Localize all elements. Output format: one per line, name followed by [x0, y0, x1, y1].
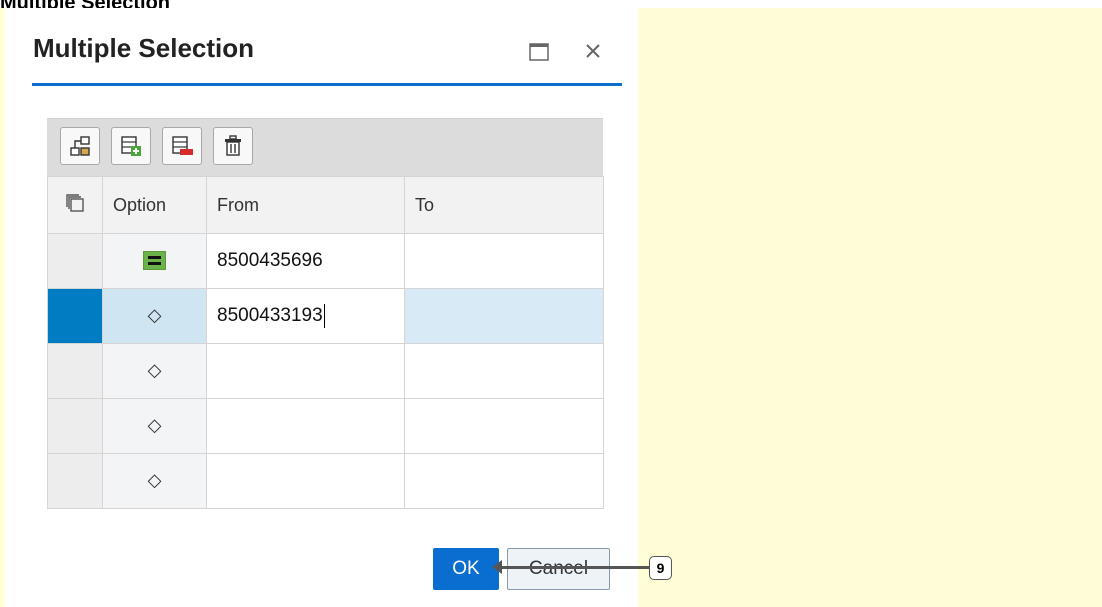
table-toolbar — [47, 118, 603, 177]
from-field[interactable] — [206, 398, 405, 454]
table-row: ◇ 8500433193 — [47, 288, 604, 344]
callout-line — [497, 566, 649, 569]
to-field[interactable] — [404, 398, 604, 454]
delete-row-icon — [172, 136, 193, 155]
close-icon[interactable] — [583, 41, 603, 61]
table-row: 8500435696 — [47, 233, 604, 289]
maximize-icon[interactable] — [529, 43, 549, 61]
from-field-value: 8500433193 — [217, 305, 323, 327]
diamond-icon[interactable]: ◇ — [148, 415, 162, 436]
multiple-selection-dialog: Multiple Selection Option From To 850043… — [5, 8, 633, 607]
row-selector[interactable] — [47, 233, 103, 289]
to-field[interactable] — [404, 343, 604, 399]
option-cell[interactable]: ◇ — [102, 453, 207, 509]
delete-row-button[interactable] — [162, 127, 202, 165]
option-cell[interactable]: ◇ — [102, 398, 207, 454]
select-all-cell[interactable] — [47, 176, 103, 234]
option-cell[interactable] — [102, 233, 207, 289]
cancel-button[interactable]: Cancel — [507, 548, 610, 590]
to-field[interactable] — [404, 233, 604, 289]
option-cell[interactable]: ◇ — [102, 288, 207, 344]
option-column-header: Option — [102, 176, 207, 234]
selection-table: Option From To 8500435696 ◇ 8500433193 ◇ — [47, 176, 604, 509]
row-selector[interactable] — [47, 288, 103, 344]
dialog-title: Multiple Selection — [33, 33, 255, 63]
row-selector[interactable] — [47, 398, 103, 454]
option-cell[interactable]: ◇ — [102, 343, 207, 399]
hierarchy-button[interactable] — [60, 127, 100, 165]
insert-row-icon — [121, 136, 141, 156]
delete-all-button[interactable] — [213, 127, 253, 165]
table-row: ◇ — [47, 453, 604, 509]
to-column-header: To — [404, 176, 604, 234]
from-field[interactable]: 8500433193 — [206, 288, 405, 344]
text-cursor — [323, 304, 325, 328]
from-field[interactable] — [206, 343, 405, 399]
row-selector[interactable] — [47, 343, 103, 399]
to-field[interactable] — [404, 288, 604, 344]
trash-icon — [225, 135, 241, 156]
from-field[interactable]: 8500435696 — [206, 233, 405, 289]
diamond-icon[interactable]: ◇ — [148, 360, 162, 381]
table-row: ◇ — [47, 343, 604, 399]
insert-row-button[interactable] — [111, 127, 151, 165]
diamond-icon[interactable]: ◇ — [148, 470, 162, 491]
select-all-icon — [66, 193, 84, 212]
title-divider — [32, 83, 622, 86]
to-field[interactable] — [404, 453, 604, 509]
equals-icon[interactable] — [143, 251, 166, 271]
hierarchy-icon — [70, 136, 90, 156]
table-header-row: Option From To — [47, 176, 604, 234]
callout-arrowhead — [492, 560, 502, 574]
callout-number-badge: 9 — [649, 556, 672, 580]
from-column-header: From — [206, 176, 405, 234]
table-row: ◇ — [47, 398, 604, 454]
diamond-icon[interactable]: ◇ — [148, 305, 162, 326]
from-field[interactable] — [206, 453, 405, 509]
note-panel — [638, 8, 1102, 607]
row-selector[interactable] — [47, 453, 103, 509]
ok-button[interactable]: OK — [433, 548, 499, 590]
